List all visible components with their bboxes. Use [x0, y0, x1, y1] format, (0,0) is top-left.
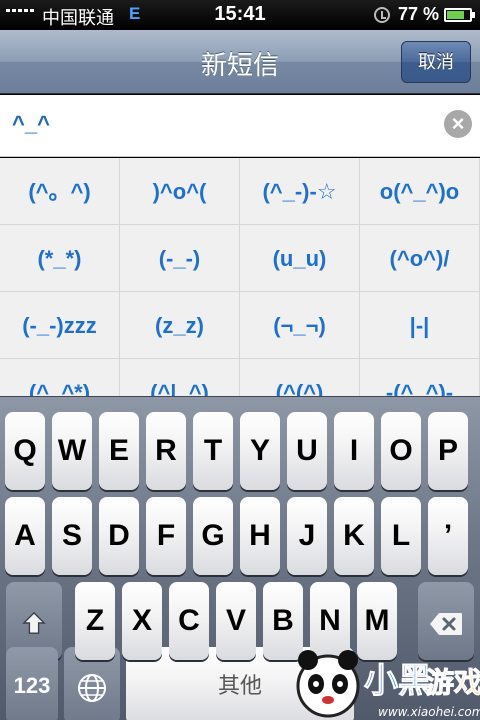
emoticon-cell[interactable]: (^_^*)	[0, 359, 120, 396]
emoticon-cell[interactable]: (^。^)	[0, 158, 120, 225]
key-n[interactable]: N	[310, 582, 350, 660]
cancel-button[interactable]: 取消	[401, 41, 471, 83]
key-t[interactable]: T	[193, 412, 233, 490]
battery-nub	[472, 12, 475, 18]
orientation-lock-icon	[374, 7, 390, 23]
key-k[interactable]: K	[334, 497, 374, 575]
battery-icon	[444, 8, 472, 22]
emoticon-cell[interactable]: (^o^)/	[360, 225, 480, 292]
key-h[interactable]: H	[240, 497, 280, 575]
key-w[interactable]: W	[52, 412, 92, 490]
key-c[interactable]: C	[169, 582, 209, 660]
emoticon-cell[interactable]: (u_u)	[240, 225, 360, 292]
key-x[interactable]: X	[122, 582, 162, 660]
key-u[interactable]: U	[287, 412, 327, 490]
clear-circle-icon[interactable]: ×	[444, 110, 472, 138]
battery-fill	[447, 11, 464, 19]
key-g[interactable]: G	[193, 497, 233, 575]
emoticon-cell[interactable]: (¬_¬)	[240, 292, 360, 359]
key-f[interactable]: F	[146, 497, 186, 575]
message-text: ^_^	[12, 111, 50, 136]
emoticon-cell[interactable]: (^|_^)	[120, 359, 240, 396]
emoticon-cell[interactable]: (*_*)	[0, 225, 120, 292]
battery-percent: 77 %	[398, 4, 440, 24]
numbers-key[interactable]: 123	[6, 647, 58, 720]
emoticon-cell[interactable]: )^o^(	[120, 158, 240, 225]
key-p[interactable]: P	[428, 412, 468, 490]
key-r[interactable]: R	[146, 412, 186, 490]
navigation-bar: 新短信 取消	[0, 30, 480, 94]
emoticon-cell[interactable]: (^(^)	[240, 359, 360, 396]
key-e[interactable]: E	[99, 412, 139, 490]
emoticon-cell[interactable]: (^_-)-☆	[240, 158, 360, 225]
emoticon-cell[interactable]: -(^_^)-	[360, 359, 480, 396]
emoticon-cell[interactable]: (-_-)zzz	[0, 292, 120, 359]
emoticon-grid: (^。^))^o^((^_-)-☆ o(^_^)o (*_*) (-_-) (u_u)(…	[0, 158, 480, 396]
globe-icon	[78, 674, 106, 702]
key-a[interactable]: A	[5, 497, 45, 575]
emoticon-cell[interactable]: (-_-)	[120, 225, 240, 292]
key-z[interactable]: Z	[75, 582, 115, 660]
key-y[interactable]: Y	[240, 412, 280, 490]
emoticon-cell[interactable]: (z_z)	[120, 292, 240, 359]
emoticon-cell[interactable]: |-|	[360, 292, 480, 359]
key-apostrophe[interactable]: ’	[428, 497, 468, 575]
key-j[interactable]: J	[287, 497, 327, 575]
key-o[interactable]: O	[381, 412, 421, 490]
backspace-icon	[430, 613, 462, 635]
key-l[interactable]: L	[381, 497, 421, 575]
key-b[interactable]: B	[263, 582, 303, 660]
key-q[interactable]: Q	[5, 412, 45, 490]
keyboard: 123 其他 Q W E R T Y U I O P A S D F G H J K L’ Z X C V B N M	[0, 396, 480, 720]
key-i[interactable]: I	[334, 412, 374, 490]
status-bar: 中国联通 E 15:41 77 %	[0, 0, 480, 30]
key-m[interactable]: M	[357, 582, 397, 660]
key-v[interactable]: V	[216, 582, 256, 660]
shift-arrow-icon	[22, 611, 46, 634]
key-d[interactable]: D	[99, 497, 139, 575]
key-s[interactable]: S	[52, 497, 92, 575]
backspace-key[interactable]	[418, 582, 474, 660]
emoticon-cell[interactable]: o(^_^)o	[360, 158, 480, 225]
message-input[interactable]: ^_^	[0, 95, 480, 157]
